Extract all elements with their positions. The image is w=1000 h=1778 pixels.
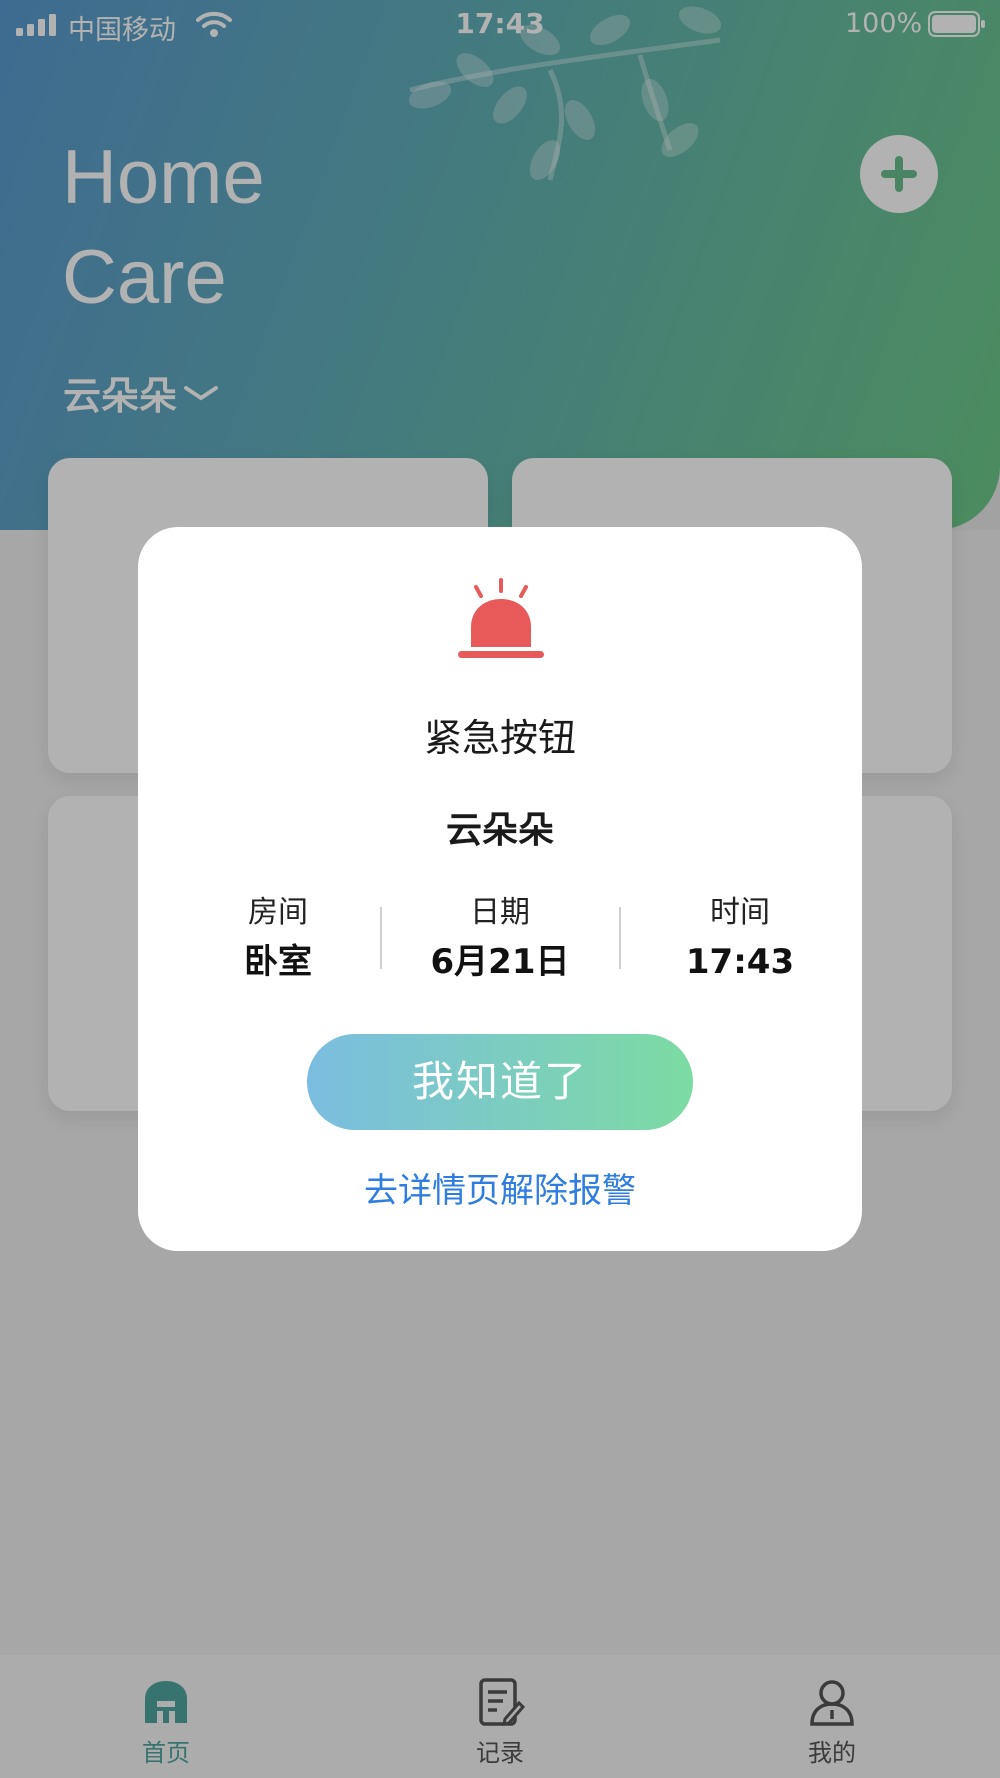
go-to-details-link[interactable]: 去详情页解除报警 — [138, 1163, 862, 1212]
room-label: 房间 — [248, 895, 308, 930]
acknowledge-button[interactable]: 我知道了 — [307, 1034, 693, 1130]
alarm-light-icon — [458, 578, 544, 658]
time-info: 时间 17:43 — [630, 892, 850, 988]
info-divider — [619, 907, 621, 969]
date-info: 日期 6月21日 — [390, 892, 610, 988]
room-info: 房间 卧室 — [168, 892, 388, 988]
alert-title: 紧急按钮 — [423, 716, 576, 760]
room-value: 卧室 — [244, 942, 312, 982]
time-value: 17:43 — [685, 942, 795, 982]
emergency-alert-dialog: 紧急按钮 云朵朵 房间 卧室 日期 6月21日 时间 17:43 我知道了 去详… — [138, 527, 862, 1251]
info-divider — [380, 907, 382, 969]
date-value: 6月21日 — [430, 942, 570, 982]
time-label: 时间 — [710, 895, 770, 930]
alert-user-name: 云朵朵 — [445, 810, 554, 851]
date-label: 日期 — [470, 895, 530, 930]
